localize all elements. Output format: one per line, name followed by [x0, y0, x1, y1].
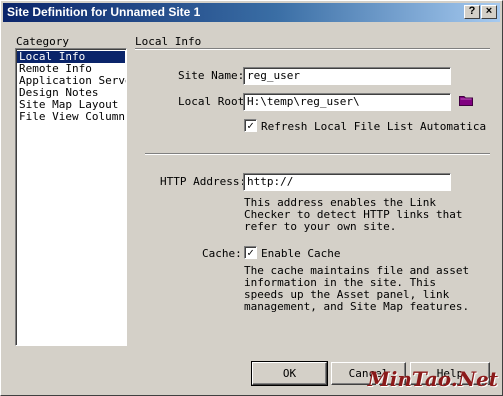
refresh-label: Refresh Local File List Automatica — [261, 120, 487, 133]
local-root-field[interactable]: H:\temp\reg_user\ — [243, 93, 451, 111]
cache-description: The cache maintains file and asset infor… — [244, 265, 469, 313]
cache-desc-line: management, and Site Map features. — [244, 300, 470, 313]
category-list[interactable]: Local Info Remote Info Application Serve… — [15, 48, 127, 346]
folder-icon[interactable] — [459, 95, 473, 106]
refresh-checkbox[interactable]: ✓ — [244, 119, 257, 132]
title-bar[interactable]: Site Definition for Unnamed Site 1 ? × — [3, 3, 500, 22]
http-description: This address enables the Link Checker to… — [244, 197, 463, 233]
window-title: Site Definition for Unnamed Site 1 — [7, 5, 201, 19]
http-address-label: HTTP Address: — [160, 175, 247, 188]
site-name-field[interactable]: reg_user — [243, 67, 451, 85]
separator — [145, 153, 490, 155]
close-button[interactable]: × — [481, 5, 497, 19]
dialog-window: Site Definition for Unnamed Site 1 ? × C… — [0, 0, 503, 396]
help-title-button[interactable]: ? — [464, 5, 480, 19]
enable-cache-checkbox[interactable]: ✓ — [244, 246, 257, 259]
ok-button[interactable]: OK — [251, 361, 328, 386]
http-desc-line: refer to your own site. — [244, 220, 397, 233]
site-name-label: Site Name: — [178, 69, 245, 82]
section-divider — [135, 48, 490, 50]
local-root-label: Local Root — [178, 95, 245, 108]
watermark: MinTao.Net — [367, 367, 498, 391]
cache-label: Cache: — [202, 247, 242, 260]
http-address-field[interactable]: http:// — [243, 173, 451, 191]
category-item-file-view-columns[interactable]: File View Columns — [17, 111, 126, 123]
enable-cache-label: Enable Cache — [261, 247, 341, 260]
section-title: Local Info — [135, 35, 202, 48]
category-label: Category — [16, 35, 69, 48]
